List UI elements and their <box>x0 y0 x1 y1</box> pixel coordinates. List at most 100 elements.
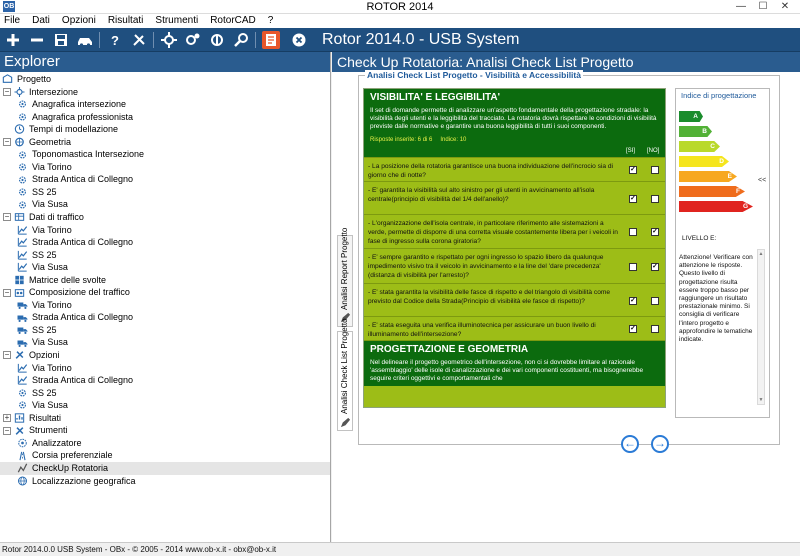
tree-item[interactable]: SS 25 <box>0 249 330 262</box>
tree-item[interactable]: Strada Antica di Collegno <box>0 173 330 186</box>
search-button[interactable] <box>232 31 250 49</box>
tree-item[interactable]: Tempi di modellazione <box>0 123 330 136</box>
tree-item[interactable]: − Composizione del traffico <box>0 286 330 299</box>
tree-item-label: Via Torino <box>32 299 72 310</box>
next-button[interactable]: → <box>651 435 669 453</box>
collapse-icon[interactable]: − <box>3 426 11 435</box>
menu-file[interactable]: File <box>4 14 20 28</box>
tab-analisi-report[interactable]: Analisi Report Progetto <box>337 227 353 327</box>
checkup-report-button[interactable] <box>262 31 280 49</box>
tree-item[interactable]: Via Torino <box>0 299 330 312</box>
tree-item[interactable]: − Intersezione <box>0 86 330 99</box>
scroll-down-icon[interactable]: ▼ <box>758 397 764 403</box>
exit-button[interactable] <box>290 31 308 49</box>
tree-item[interactable]: − Geometria <box>0 136 330 149</box>
tree-item[interactable]: Via Torino <box>0 161 330 174</box>
tree-item-label: Via Susa <box>32 400 68 411</box>
tree-item[interactable]: Anagrafica professionista <box>0 111 330 124</box>
tree-item[interactable]: Corsia preferenziale <box>0 449 330 462</box>
tree-item[interactable]: Toponomastica Intersezione <box>0 148 330 161</box>
expand-icon[interactable]: + <box>3 414 11 423</box>
col-no-label: [NO] <box>647 148 660 154</box>
answer-no-checkbox[interactable]: ✓ <box>651 228 659 236</box>
tree-item[interactable]: Localizzazione geografica <box>0 475 330 488</box>
answer-si-checkbox[interactable]: ✓ <box>629 195 637 203</box>
question-text: - La posizione della rotatoria garantisc… <box>368 163 614 179</box>
minimize-button[interactable]: — <box>730 0 752 13</box>
vehicle-button[interactable] <box>76 31 94 49</box>
new-project-button[interactable] <box>4 31 22 49</box>
tools-button[interactable] <box>130 31 148 49</box>
traffic-button[interactable] <box>208 31 226 49</box>
tab-analisi-check-list[interactable]: Analisi Check List Progetto <box>337 318 353 431</box>
tree-item[interactable]: Analizzatore <box>0 437 330 450</box>
answer-si-checkbox[interactable]: ✓ <box>629 166 637 174</box>
tree-item-label: Via Susa <box>32 262 68 273</box>
tree-item[interactable]: Via Torino <box>0 362 330 375</box>
answer-no-checkbox[interactable] <box>651 166 659 174</box>
tab-label: Analisi Report Progetto <box>340 227 349 310</box>
question-row: - E' stata eseguita una verifica illumin… <box>364 316 665 340</box>
car-icon <box>78 38 92 47</box>
tree-item-label: Via Torino <box>32 224 72 235</box>
tree-item[interactable]: Strada Antica di Collegno <box>0 311 330 324</box>
roundabout-settings-button[interactable] <box>184 31 202 49</box>
tree-item[interactable]: SS 25 <box>0 387 330 400</box>
roundabout-button[interactable] <box>160 31 178 49</box>
save-button[interactable] <box>52 31 70 49</box>
tree-item[interactable]: Via Susa <box>0 399 330 412</box>
tree-item-label: Analizzatore <box>32 437 82 448</box>
scroll-up-icon[interactable]: ▲ <box>758 251 764 257</box>
close-window-button[interactable]: ✕ <box>774 0 796 13</box>
answer-no-checkbox[interactable]: ✓ <box>651 263 659 271</box>
truck-icon <box>17 300 28 310</box>
tree-item[interactable]: Matrice delle svolte <box>0 274 330 287</box>
menu-opzioni[interactable]: Opzioni <box>62 14 96 28</box>
tree-item[interactable]: Via Susa <box>0 198 330 211</box>
close-project-button[interactable] <box>28 31 46 49</box>
tree-item[interactable]: Via Susa <box>0 261 330 274</box>
tree-item[interactable]: SS 25 <box>0 186 330 199</box>
tree-item[interactable]: − Opzioni <box>0 349 330 362</box>
previous-button[interactable]: ← <box>621 435 639 453</box>
tree-item[interactable]: − Strumenti <box>0 424 330 437</box>
tree-item[interactable]: Strada Antica di Collegno <box>0 236 330 249</box>
collapse-icon[interactable]: − <box>3 87 11 96</box>
collapse-icon[interactable]: − <box>3 138 11 146</box>
truck-icon <box>17 325 28 335</box>
tree-item[interactable]: Strada Antica di Collegno <box>0 374 330 387</box>
tree-item-label: Strada Antica di Collegno <box>32 312 134 323</box>
tree-item[interactable]: Anagrafica intersezione <box>0 98 330 111</box>
menu-risultati[interactable]: Risultati <box>108 14 144 28</box>
section-title: VISIBILITA' E LEGGIBILITA' <box>370 92 500 103</box>
answer-si-checkbox[interactable]: ✓ <box>629 325 637 333</box>
tree-item[interactable]: Progetto <box>0 73 330 86</box>
save-icon <box>55 34 67 46</box>
answer-no-checkbox[interactable] <box>651 325 659 333</box>
help-button[interactable]: ? <box>106 31 124 49</box>
tree-item[interactable]: − Dati di traffico <box>0 211 330 224</box>
answer-no-checkbox[interactable] <box>651 195 659 203</box>
answer-si-checkbox[interactable] <box>629 228 637 236</box>
answer-si-checkbox[interactable]: ✓ <box>629 297 637 305</box>
tree-item-label: Dati di traffico <box>29 212 84 223</box>
tree-item[interactable]: + Risultati <box>0 412 330 425</box>
collapse-icon[interactable]: − <box>3 288 11 297</box>
tree-item[interactable]: SS 25 <box>0 324 330 337</box>
tree-item[interactable]: Via Torino <box>0 224 330 237</box>
message-scrollbar[interactable]: ▲ ▼ <box>757 249 765 405</box>
tree-item[interactable]: CheckUp Rotatoria <box>0 461 330 475</box>
menu-dati[interactable]: Dati <box>32 14 50 28</box>
tools-icon <box>14 350 25 360</box>
answer-si-checkbox[interactable] <box>629 263 637 271</box>
check-list[interactable]: VISIBILITA' E LEGGIBILITA' Il set di dom… <box>363 88 666 408</box>
collapse-icon[interactable]: − <box>3 351 11 360</box>
menu-strumenti[interactable]: Strumenti <box>155 14 198 28</box>
menu-rotorcad[interactable]: RotorCAD <box>210 14 256 28</box>
answer-no-checkbox[interactable] <box>651 297 659 305</box>
maximize-button[interactable]: ☐ <box>752 0 774 13</box>
collapse-icon[interactable]: − <box>3 213 11 222</box>
tree-item[interactable]: Via Susa <box>0 336 330 349</box>
menu-help[interactable]: ? <box>268 14 274 28</box>
current-grade-marker: << <box>758 177 767 184</box>
